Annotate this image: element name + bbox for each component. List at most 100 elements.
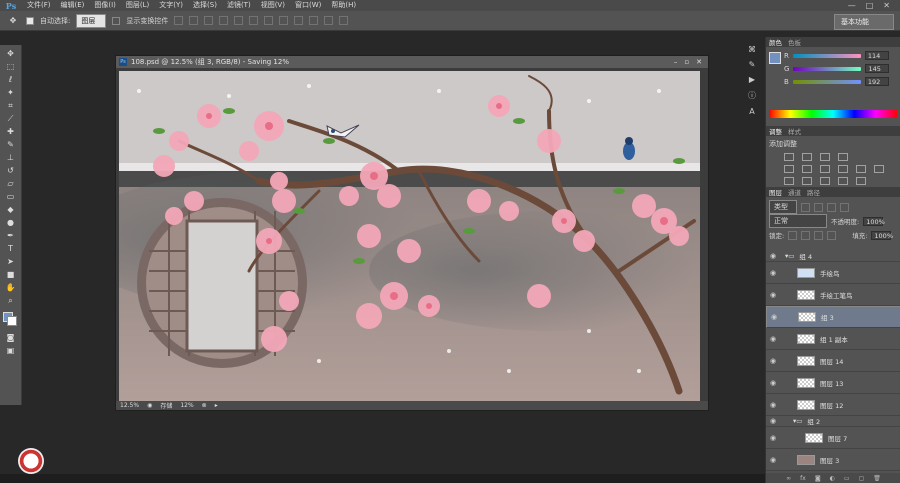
filter-pixel-icon[interactable] [801,202,810,212]
tab-swatches[interactable]: 色板 [788,37,801,47]
brightness-contrast-icon[interactable] [784,153,794,161]
pen-tool-icon[interactable]: ✒ [4,230,18,241]
menu-filter[interactable]: 滤镜(T) [222,0,256,11]
distribute-top-icon[interactable] [264,16,274,25]
character-panel-icon[interactable]: A [749,107,754,116]
dodge-tool-icon[interactable]: ● [4,217,18,228]
align-bottom-icon[interactable] [204,16,214,25]
brush-tool-icon[interactable]: ✎ [4,139,18,150]
eraser-tool-icon[interactable]: ▱ [4,178,18,189]
move-tool-icon[interactable]: ✥ [4,48,18,59]
marquee-tool-icon[interactable]: ⬚ [4,61,18,72]
menu-help[interactable]: 帮助(H) [326,0,361,11]
layer-row[interactable]: ◉ 手绘鸟 [766,262,900,284]
curves-icon[interactable] [820,153,830,161]
filter-shape-icon[interactable] [840,202,849,212]
distribute-vcenter-icon[interactable] [279,16,289,25]
lock-image-icon[interactable] [801,230,811,240]
channel-b-slider[interactable] [792,79,861,84]
levels-icon[interactable] [802,153,812,161]
status-info-icon[interactable]: ◉ [147,402,152,409]
doc-maximize-icon[interactable]: ▫ [684,58,689,66]
status-arrow-icon[interactable]: ▸ [215,402,218,409]
blur-tool-icon[interactable]: ◆ [4,204,18,215]
layer-row[interactable]: ◉ ▾▭ 组 2 [766,416,900,427]
layer-row-selected[interactable]: ◉ 组 3 [766,306,900,328]
minimize-button[interactable]: — [848,1,856,10]
move-tool-preset-icon[interactable]: ✥ [6,15,20,26]
lock-position-icon[interactable] [814,230,824,240]
screen-mode-icon[interactable]: ▣ [4,345,18,356]
lock-transparent-icon[interactable] [788,230,798,240]
align-right-icon[interactable] [249,16,259,25]
threshold-icon[interactable] [820,177,830,185]
vibrance-icon[interactable] [784,165,794,173]
menu-edit[interactable]: 编辑(E) [56,0,90,11]
channel-mixer-icon[interactable] [874,165,884,173]
channel-r-value[interactable]: 114 [864,51,889,60]
visibility-eye-icon[interactable]: ◉ [770,252,780,260]
menu-view[interactable]: 视图(V) [256,0,290,11]
channel-g-slider[interactable] [793,66,862,71]
gradient-map-icon[interactable] [838,177,848,185]
actions-panel-icon[interactable]: ▶ [749,75,755,84]
type-tool-icon[interactable]: T [4,243,18,254]
visibility-eye-icon[interactable]: ◉ [770,357,780,365]
hue-saturation-icon[interactable] [802,165,812,173]
menu-image[interactable]: 图像(I) [89,0,121,11]
info-panel-icon[interactable]: ⓘ [748,90,756,101]
history-brush-tool-icon[interactable]: ↺ [4,165,18,176]
blend-mode-dropdown[interactable]: 正常 [769,214,827,228]
color-balance-icon[interactable] [820,165,830,173]
history-panel-icon[interactable]: ⌘ [748,45,756,54]
auto-select-checkbox[interactable] [26,16,34,25]
desktop-app-icon[interactable] [18,448,44,474]
tab-styles[interactable]: 样式 [788,126,801,136]
align-top-icon[interactable] [174,16,184,25]
path-selection-tool-icon[interactable]: ➤ [4,256,18,267]
gradient-tool-icon[interactable]: ▭ [4,191,18,202]
menu-window[interactable]: 窗口(W) [290,0,326,11]
visibility-eye-icon[interactable]: ◉ [770,401,780,409]
invert-icon[interactable] [784,177,794,185]
opacity-field[interactable]: 100% [863,216,885,226]
doc-minimize-icon[interactable]: – [674,58,678,66]
align-left-icon[interactable] [219,16,229,25]
tab-color[interactable]: 颜色 [769,37,782,47]
photo-filter-icon[interactable] [856,165,866,173]
menu-select[interactable]: 选择(S) [188,0,222,11]
layer-row[interactable]: ◉ 图层 3 [766,449,900,471]
new-group-icon[interactable]: ▭ [844,475,850,482]
zoom-level[interactable]: 12.5% [120,402,139,409]
exposure-icon[interactable] [838,153,848,161]
magic-wand-tool-icon[interactable]: ✦ [4,87,18,98]
visibility-eye-icon[interactable]: ◉ [770,417,780,425]
zoom-tool-icon[interactable]: ⌕ [4,295,18,306]
delete-layer-icon[interactable]: 🗑 [873,475,881,482]
visibility-eye-icon[interactable]: ◉ [770,379,780,387]
distribute-left-icon[interactable] [309,16,319,25]
eyedropper-tool-icon[interactable]: ⟋ [4,113,18,124]
artwork-canvas[interactable] [119,71,700,403]
align-hcenter-icon[interactable] [234,16,244,25]
filter-type-icon[interactable] [827,202,836,212]
menu-layer[interactable]: 图层(L) [121,0,154,11]
add-mask-icon[interactable]: ◙ [815,475,821,482]
distribute-bottom-icon[interactable] [294,16,304,25]
quick-mask-icon[interactable]: ◙ [4,332,18,343]
visibility-eye-icon[interactable]: ◉ [770,335,780,343]
workspace-dropdown[interactable]: 基本功能 [834,14,894,30]
lasso-tool-icon[interactable]: ℓ [4,74,18,85]
visibility-eye-icon[interactable]: ◉ [770,269,780,277]
menu-type[interactable]: 文字(Y) [154,0,188,11]
healing-brush-tool-icon[interactable]: ✚ [4,126,18,137]
close-button[interactable]: ✕ [883,1,890,10]
channel-b-value[interactable]: 192 [864,77,889,86]
doc-close-icon[interactable]: ✕ [696,58,702,66]
layer-kind-filter[interactable]: 类型 [769,200,797,214]
tool-presets-icon[interactable]: ✎ [749,60,756,69]
clone-stamp-tool-icon[interactable]: ⊥ [4,152,18,163]
align-vcenter-icon[interactable] [189,16,199,25]
tab-layers[interactable]: 图层 [769,187,782,197]
color-spectrum-bar[interactable] [769,110,897,118]
